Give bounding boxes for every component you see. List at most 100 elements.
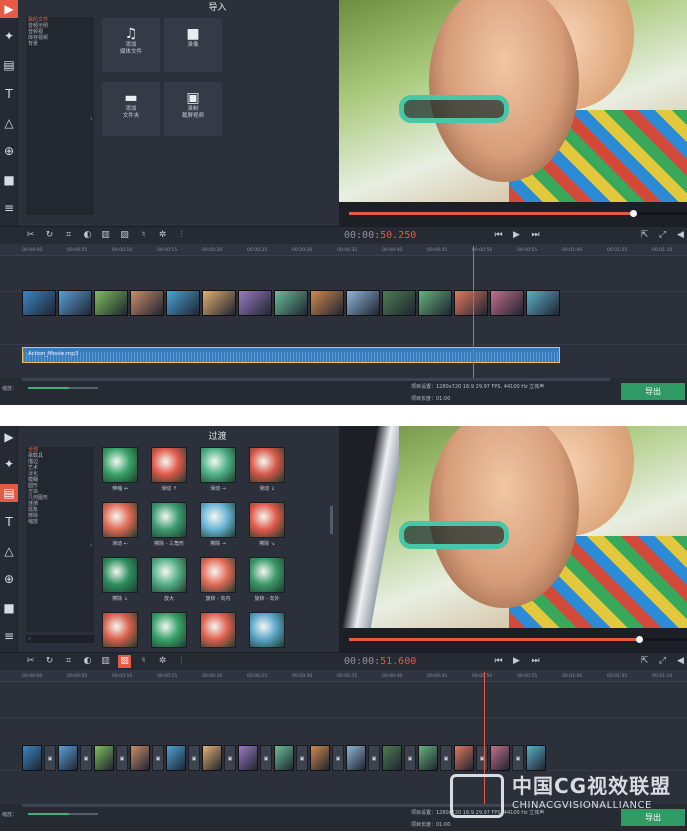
zoom-icon[interactable]: ⊕: [0, 142, 18, 160]
delete-icon[interactable]: ▥: [99, 229, 112, 242]
play-icon[interactable]: ▶: [510, 655, 523, 668]
video-clip[interactable]: [22, 745, 42, 771]
settings-icon[interactable]: ✲: [156, 655, 169, 668]
filmstrip-icon[interactable]: ▤: [0, 56, 18, 74]
transition-marker-icon[interactable]: ▣: [44, 745, 56, 771]
more-tools-icon[interactable]: ≡: [0, 627, 18, 645]
microphone-icon[interactable]: ♮: [137, 655, 150, 668]
video-clip[interactable]: [346, 290, 380, 316]
transition-marker-icon[interactable]: ▣: [332, 745, 344, 771]
video-clip[interactable]: [526, 290, 560, 316]
color-adjust-icon[interactable]: ◐: [81, 655, 94, 668]
redo-icon[interactable]: ↻: [43, 229, 56, 242]
video-clip[interactable]: [58, 745, 78, 771]
export-frame-icon[interactable]: ⇱: [638, 229, 651, 242]
export-frame-icon[interactable]: ⇱: [638, 655, 651, 668]
video-clip[interactable]: [202, 290, 236, 316]
record-video-button[interactable]: ■ 录像: [164, 18, 222, 72]
previous-icon[interactable]: ⏮: [492, 229, 505, 242]
video-clip[interactable]: [418, 745, 438, 771]
video-clip[interactable]: [310, 745, 330, 771]
video-track[interactable]: [22, 290, 562, 318]
video-clip[interactable]: [490, 290, 524, 316]
screen-record-button[interactable]: ▣ 录制 截屏视频: [164, 82, 222, 136]
transition-marker-icon[interactable]: ▣: [116, 745, 128, 771]
transition-marker-icon[interactable]: ▣: [512, 745, 524, 771]
play-icon[interactable]: ▶: [510, 229, 523, 242]
transition-marker-icon[interactable]: ▣: [476, 745, 488, 771]
magic-wand-icon[interactable]: ✦: [0, 27, 18, 45]
transition-marker-icon[interactable]: ▣: [188, 745, 200, 771]
search-input[interactable]: ⌕: [26, 635, 94, 643]
microphone-icon[interactable]: ♮: [137, 229, 150, 242]
transition-thumbnail[interactable]: [249, 612, 285, 648]
fullscreen-icon[interactable]: ⤢: [656, 229, 669, 242]
transition-thumbnail[interactable]: [151, 612, 187, 648]
category-item[interactable]: 背景: [26, 41, 94, 47]
magic-wand-icon[interactable]: ✦: [0, 455, 18, 473]
timeline-ruler[interactable]: 00:00:00 00:00:05 00:00:10 00:00:15 00:00:20…: [0, 244, 687, 256]
transition-thumbnail[interactable]: [200, 612, 236, 648]
transition-thumbnail[interactable]: [249, 447, 285, 483]
transitions-tool-icon[interactable]: ▤: [0, 484, 18, 502]
category-item[interactable]: 缩放: [26, 519, 94, 525]
transition-thumbnail[interactable]: [200, 447, 236, 483]
transition-thumbnail[interactable]: [200, 502, 236, 538]
text-icon[interactable]: T: [0, 85, 18, 103]
video-clip[interactable]: [490, 745, 510, 771]
zoom-slider[interactable]: [28, 813, 98, 815]
progress-knob[interactable]: [636, 636, 644, 643]
previous-icon[interactable]: ⏮: [492, 655, 505, 668]
video-clip[interactable]: [58, 290, 92, 316]
video-clip[interactable]: [274, 745, 294, 771]
transition-thumbnail[interactable]: [102, 447, 138, 483]
fullscreen-icon[interactable]: ⤢: [656, 655, 669, 668]
video-clip[interactable]: [202, 745, 222, 771]
next-icon[interactable]: ⏭: [529, 655, 542, 668]
video-preview[interactable]: [339, 0, 687, 226]
video-track[interactable]: ▣ ▣ ▣ ▣ ▣ ▣ ▣ ▣ ▣ ▣ ▣ ▣ ▣ ▣: [22, 745, 562, 773]
export-button[interactable]: 导出: [621, 383, 685, 400]
audio-clip[interactable]: Action_Movie.mp3: [22, 347, 560, 363]
redo-icon[interactable]: ↻: [43, 655, 56, 668]
image-icon[interactable]: ▨: [118, 655, 131, 668]
video-clip[interactable]: [310, 290, 344, 316]
video-clip[interactable]: [454, 290, 488, 316]
equalizer-icon[interactable]: ⫶: [175, 229, 188, 242]
video-clip[interactable]: [346, 745, 366, 771]
color-adjust-icon[interactable]: ◐: [81, 229, 94, 242]
transition-thumbnail[interactable]: [249, 502, 285, 538]
collapse-arrow-icon[interactable]: ‹: [90, 115, 93, 123]
equalizer-icon[interactable]: ⫶: [175, 655, 188, 668]
video-clip[interactable]: [94, 745, 114, 771]
transition-thumbnail[interactable]: [200, 557, 236, 593]
list-scrollbar[interactable]: [330, 506, 333, 534]
image-icon[interactable]: ▨: [118, 229, 131, 242]
stabilize-icon[interactable]: ■: [0, 171, 18, 189]
collapse-arrow-icon[interactable]: ‹: [90, 541, 93, 549]
settings-icon[interactable]: ✲: [156, 229, 169, 242]
stabilize-icon[interactable]: ■: [0, 599, 18, 617]
cut-icon[interactable]: ✂: [24, 229, 37, 242]
transition-marker-icon[interactable]: ▣: [368, 745, 380, 771]
transition-marker-icon[interactable]: ▣: [440, 745, 452, 771]
video-clip[interactable]: [382, 290, 416, 316]
video-preview[interactable]: [339, 426, 687, 652]
volume-icon[interactable]: ◀: [674, 655, 687, 668]
crop-icon[interactable]: ⌗: [62, 229, 75, 242]
transition-thumbnail[interactable]: [249, 557, 285, 593]
transition-marker-icon[interactable]: ▣: [260, 745, 272, 771]
cut-icon[interactable]: ✂: [24, 655, 37, 668]
zoom-icon[interactable]: ⊕: [0, 570, 18, 588]
video-clip[interactable]: [526, 745, 546, 771]
video-clip[interactable]: [166, 290, 200, 316]
video-clip[interactable]: [130, 745, 150, 771]
add-media-button[interactable]: ♫ 添加 媒体文件: [102, 18, 160, 72]
video-clip[interactable]: [382, 745, 402, 771]
more-tools-icon[interactable]: ≡: [0, 199, 18, 217]
volume-icon[interactable]: ◀: [674, 229, 687, 242]
video-clip[interactable]: [94, 290, 128, 316]
text-icon[interactable]: T: [0, 513, 18, 531]
video-clip[interactable]: [274, 290, 308, 316]
playhead[interactable]: [473, 246, 474, 378]
